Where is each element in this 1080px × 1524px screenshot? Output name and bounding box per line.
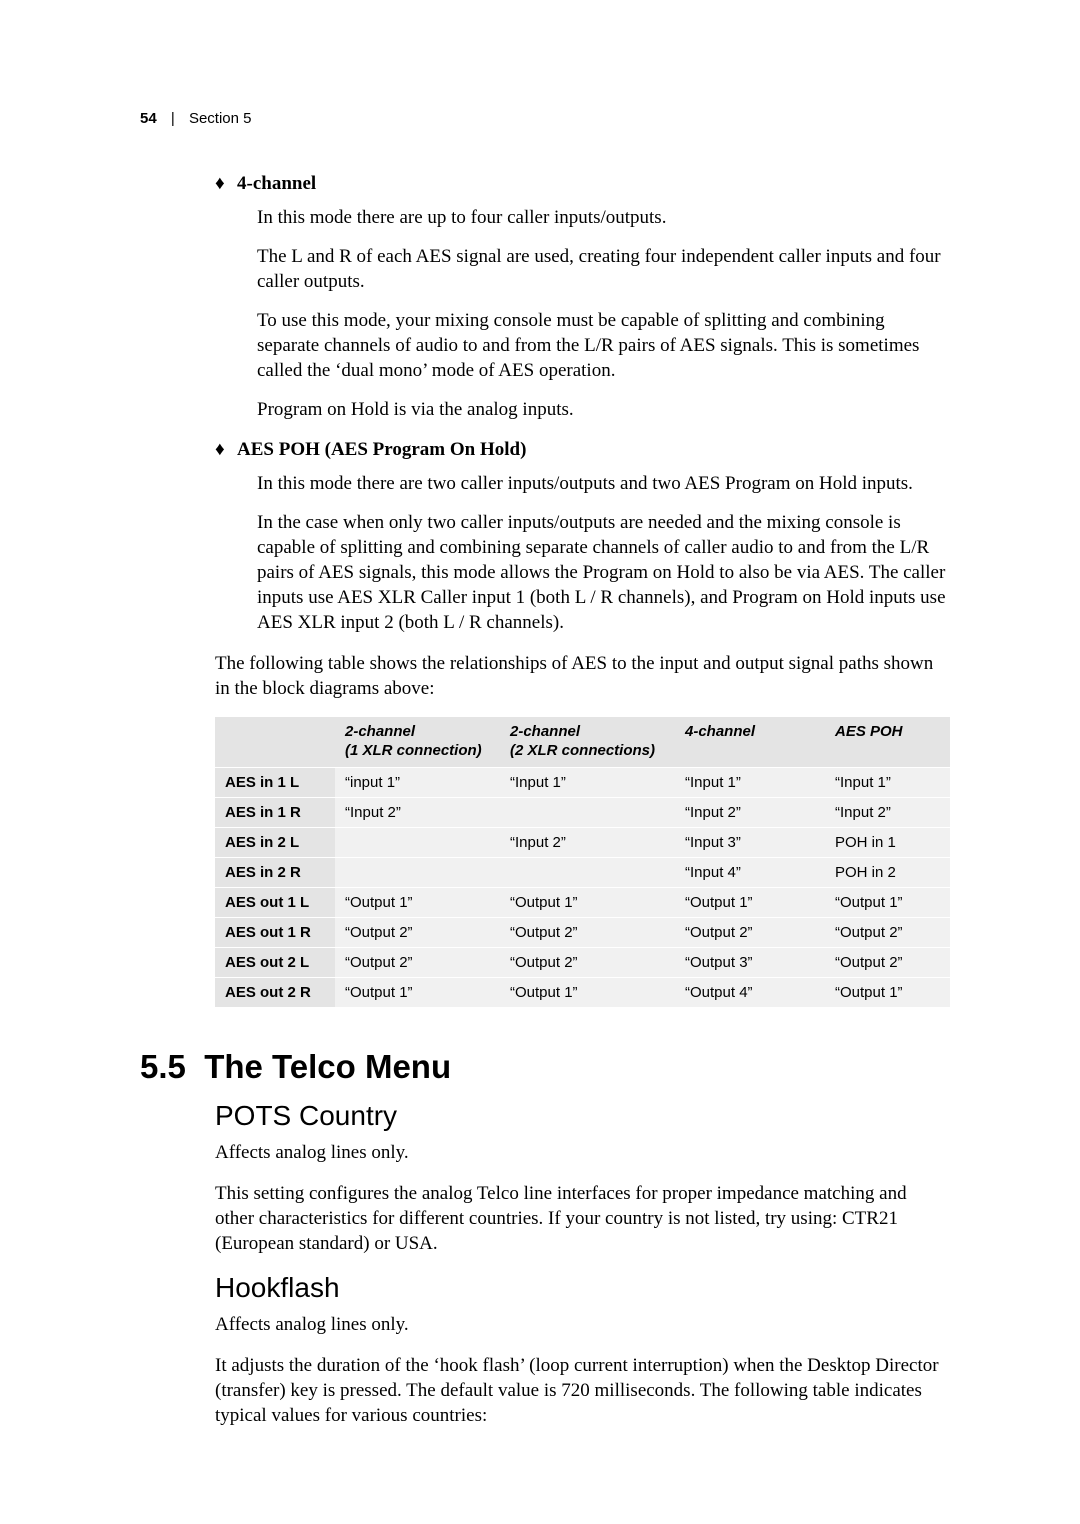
bullet-diamond-icon: ♦: [215, 173, 237, 195]
body-text: In this mode there are two caller inputs…: [257, 471, 950, 496]
table-cell: [500, 857, 675, 887]
table-cell: “Output 2”: [335, 917, 500, 947]
bullet-diamond-icon: ♦: [215, 439, 237, 461]
section-name: The Telco Menu: [204, 1048, 451, 1085]
table-cell: “Output 2”: [500, 947, 675, 977]
row-label: AES in 2 L: [215, 827, 335, 857]
table-cell: “Output 1”: [825, 977, 950, 1007]
table-cell: POH in 1: [825, 827, 950, 857]
table-cell: “Output 1”: [675, 887, 825, 917]
bullet-title: AES POH (AES Program On Hold): [237, 439, 526, 460]
table-cell: “Input 1”: [825, 767, 950, 797]
running-head: 54 | Section 5: [140, 110, 950, 127]
table-cell: “Output 2”: [825, 947, 950, 977]
table-intro: The following table shows the relationsh…: [215, 651, 950, 701]
body-text: It adjusts the duration of the ‘hook fla…: [215, 1353, 950, 1428]
table-row: AES out 2 R“Output 1”“Output 1”“Output 4…: [215, 977, 950, 1007]
table-cell: POH in 2: [825, 857, 950, 887]
section-title: 5.5 The Telco Menu: [140, 1048, 950, 1086]
bullet-4-channel: ♦4-channel In this mode there are up to …: [215, 173, 950, 423]
table-row: AES in 2 R “Input 4”POH in 2: [215, 857, 950, 887]
table-header: AES POH: [825, 717, 950, 767]
table-cell: “Input 3”: [675, 827, 825, 857]
header-divider: |: [161, 110, 185, 127]
table-cell: [335, 827, 500, 857]
page-number: 54: [140, 110, 157, 127]
table-cell: “Output 1”: [500, 977, 675, 1007]
body-text: Program on Hold is via the analog inputs…: [257, 397, 950, 422]
table-cell: “Output 1”: [500, 887, 675, 917]
table-cell: “Output 2”: [335, 947, 500, 977]
table-cell: “Input 2”: [825, 797, 950, 827]
row-label: AES in 2 R: [215, 857, 335, 887]
table-cell: “Output 2”: [675, 917, 825, 947]
section-number: 5.5: [140, 1048, 186, 1085]
table-row: AES in 2 L “Input 2”“Input 3”POH in 1: [215, 827, 950, 857]
body-text: The L and R of each AES signal are used,…: [257, 244, 950, 294]
body-text: Affects analog lines only.: [215, 1312, 950, 1337]
table-cell: “Input 4”: [675, 857, 825, 887]
table-cell: “input 1”: [335, 767, 500, 797]
table-header: [215, 717, 335, 767]
table-cell: [500, 797, 675, 827]
table-row: AES in 1 L“input 1”“Input 1”“Input 1”“In…: [215, 767, 950, 797]
table-cell: “Input 1”: [675, 767, 825, 797]
table-cell: [335, 857, 500, 887]
row-label: AES out 2 R: [215, 977, 335, 1007]
table-cell: “Input 2”: [500, 827, 675, 857]
table-cell: “Output 4”: [675, 977, 825, 1007]
table-cell: “Input 1”: [500, 767, 675, 797]
body-text: In the case when only two caller inputs/…: [257, 510, 950, 635]
table-header: 2-channel(2 XLR connections): [500, 717, 675, 767]
section-label: Section 5: [189, 110, 252, 127]
row-label: AES out 2 L: [215, 947, 335, 977]
bullet-title: 4-channel: [237, 173, 316, 194]
table-row: AES out 1 L“Output 1”“Output 1”“Output 1…: [215, 887, 950, 917]
subsection-pots-country: POTS Country: [215, 1100, 950, 1132]
table-cell: “Output 2”: [500, 917, 675, 947]
row-label: AES in 1 R: [215, 797, 335, 827]
body-text: To use this mode, your mixing console mu…: [257, 308, 950, 383]
row-label: AES out 1 L: [215, 887, 335, 917]
table-cell: “Output 1”: [335, 887, 500, 917]
table-header: 2-channel(1 XLR connection): [335, 717, 500, 767]
aes-mapping-table: 2-channel(1 XLR connection) 2-channel(2 …: [215, 717, 950, 1008]
table-cell: “Output 3”: [675, 947, 825, 977]
table-header-text: 2-channel(1 XLR connection): [345, 723, 482, 759]
table-row: AES in 1 R“Input 2”“Input 2”“Input 2”: [215, 797, 950, 827]
table-row: AES out 1 R“Output 2”“Output 2”“Output 2…: [215, 917, 950, 947]
body-text: Affects analog lines only.: [215, 1140, 950, 1165]
body-text: In this mode there are up to four caller…: [257, 205, 950, 230]
row-label: AES in 1 L: [215, 767, 335, 797]
body-text: This setting configures the analog Telco…: [215, 1181, 950, 1256]
table-row: AES out 2 L“Output 2”“Output 2”“Output 3…: [215, 947, 950, 977]
table-cell: “Output 1”: [825, 887, 950, 917]
subsection-hookflash: Hookflash: [215, 1272, 950, 1304]
table-cell: “Output 2”: [825, 917, 950, 947]
table-cell: “Input 2”: [335, 797, 500, 827]
table-header-text: 2-channel(2 XLR connections): [510, 723, 655, 759]
table-cell: “Input 2”: [675, 797, 825, 827]
row-label: AES out 1 R: [215, 917, 335, 947]
table-cell: “Output 1”: [335, 977, 500, 1007]
table-header: 4-channel: [675, 717, 825, 767]
bullet-aes-poh: ♦AES POH (AES Program On Hold) In this m…: [215, 439, 950, 635]
